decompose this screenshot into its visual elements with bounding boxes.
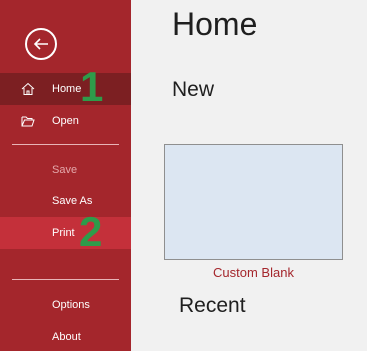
back-arrow-icon bbox=[33, 38, 48, 50]
sidebar-item-label: Save As bbox=[52, 195, 93, 207]
sidebar-item-open[interactable]: Open bbox=[0, 105, 131, 137]
folder-open-icon bbox=[21, 116, 35, 127]
sidebar-item-label: Home bbox=[52, 83, 82, 95]
sidebar-item-options[interactable]: Options bbox=[0, 289, 131, 321]
home-icon bbox=[21, 82, 35, 95]
backstage-sidebar: Home Open Save Save As Print Options Abo… bbox=[0, 0, 131, 351]
new-section-heading: New bbox=[172, 78, 215, 101]
sidebar-item-home[interactable]: Home bbox=[0, 73, 131, 105]
recent-section-heading: Recent bbox=[179, 294, 246, 317]
step-marker-1: 1 bbox=[80, 63, 104, 110]
sidebar-item-label: Open bbox=[52, 115, 79, 127]
sidebar-item-label: Save bbox=[52, 164, 78, 176]
sidebar-item-print[interactable]: Print bbox=[0, 217, 131, 249]
sidebar-item-save[interactable]: Save bbox=[0, 154, 131, 186]
sidebar-divider bbox=[12, 279, 119, 280]
back-button[interactable] bbox=[25, 28, 57, 60]
sidebar-item-label: Print bbox=[52, 227, 75, 239]
custom-blank-template-thumbnail[interactable] bbox=[164, 144, 343, 260]
step-marker-2: 2 bbox=[79, 208, 103, 255]
page-title: Home bbox=[172, 6, 258, 42]
sidebar-item-label: About bbox=[52, 331, 81, 343]
sidebar-item-label: Options bbox=[52, 299, 90, 311]
sidebar-item-save-as[interactable]: Save As bbox=[0, 185, 131, 217]
sidebar-item-about[interactable]: About bbox=[0, 321, 131, 351]
custom-blank-template-label[interactable]: Custom Blank bbox=[164, 265, 343, 280]
sidebar-divider bbox=[12, 144, 119, 145]
